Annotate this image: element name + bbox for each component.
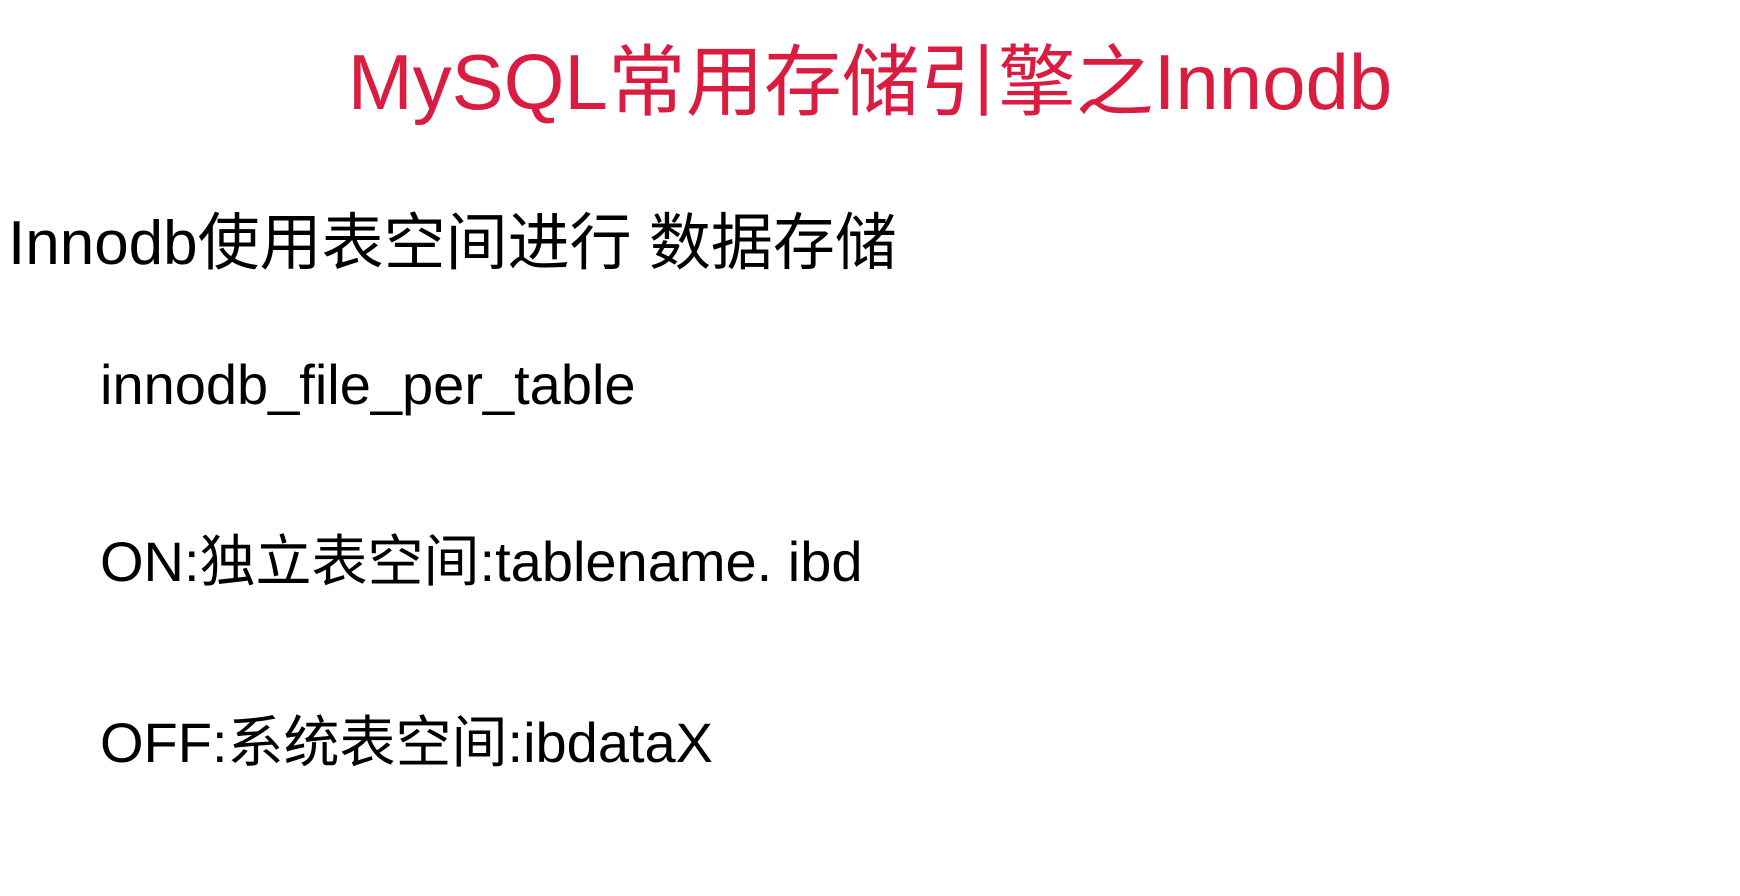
option-off: OFF:系统表空间:ibdataX <box>100 698 1740 779</box>
option-on: ON:独立表空间:tablename. ibd <box>100 517 1740 598</box>
parameter-name: innodb_file_per_table <box>100 352 1740 417</box>
slide-subtitle: Innodb使用表空间进行 数据存储 <box>8 192 1740 282</box>
slide-title: MySQL常用存储引擎之Innodb <box>0 20 1740 132</box>
